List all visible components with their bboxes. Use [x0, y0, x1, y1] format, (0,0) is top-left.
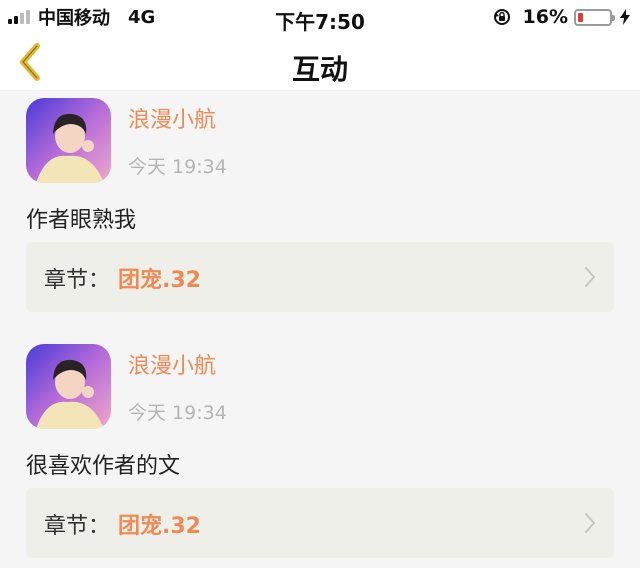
username[interactable]: 浪漫小航 [128, 102, 216, 134]
chevron-right-icon [585, 513, 595, 533]
chapter-link[interactable]: 章节： 团宠.32 [26, 488, 614, 558]
chapter-name: 团宠.32 [118, 268, 201, 293]
avatar[interactable] [26, 98, 111, 183]
chapter-label: 章节： [44, 514, 111, 539]
status-bar: 中国移动 4G 下午7:50 16% [0, 0, 640, 34]
nav-bar: 互动 [0, 34, 640, 90]
interaction-card: 浪漫小航 今天 19:34 作者眼熟我 章节： 团宠.32 [0, 90, 640, 336]
timestamp: 今天 19:34 [128, 402, 227, 424]
chevron-right-icon [585, 267, 595, 287]
interaction-list: 浪漫小航 今天 19:34 作者眼熟我 章节： 团宠.32 浪漫小航 今天 19… [0, 90, 640, 568]
username[interactable]: 浪漫小航 [128, 348, 216, 380]
interaction-card: 浪漫小航 今天 19:34 很喜欢作者的文 章节： 团宠.32 [0, 336, 640, 568]
battery-percent: 16% [522, 6, 568, 28]
chapter-label: 章节： [44, 268, 111, 293]
chapter-link[interactable]: 章节： 团宠.32 [26, 242, 614, 312]
chapter-name: 团宠.32 [118, 514, 201, 539]
page-title: 互动 [291, 53, 348, 86]
avatar[interactable] [26, 344, 111, 429]
comment-text: 作者眼熟我 [26, 208, 137, 233]
timestamp: 今天 19:34 [128, 156, 227, 178]
status-right: 16% [493, 6, 630, 28]
battery-level-fill [578, 12, 583, 22]
charging-icon [620, 9, 630, 25]
rotation-lock-icon [493, 9, 510, 25]
comment-text: 很喜欢作者的文 [26, 454, 181, 479]
battery-icon [574, 8, 615, 26]
